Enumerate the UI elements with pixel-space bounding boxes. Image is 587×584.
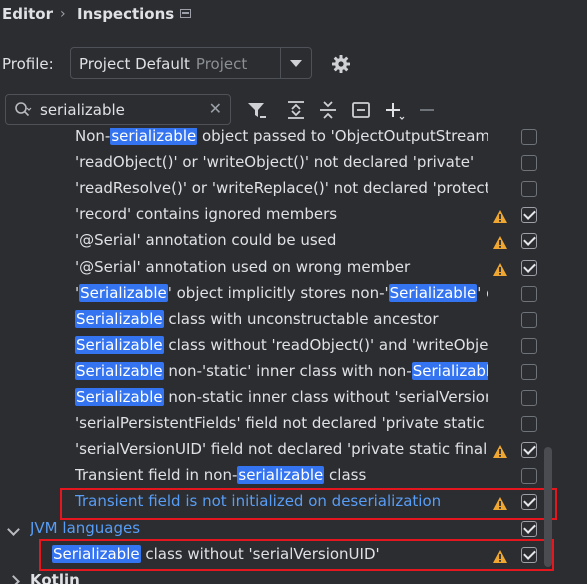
search-highlight: Serializable (75, 335, 164, 354)
add-icon[interactable] (383, 98, 405, 122)
inspection-row[interactable]: 'Serializable' object implicitly stores … (0, 282, 587, 308)
inspection-row[interactable]: 'serialVersionUID' field not declared 'p… (0, 438, 587, 464)
enable-checkbox[interactable] (521, 181, 537, 198)
enable-checkbox[interactable] (521, 468, 537, 485)
inspection-row[interactable]: Serializable class without 'readObject()… (0, 334, 587, 360)
inspection-label: Serializable non-'static' inner class wi… (75, 361, 488, 380)
warning-icon (492, 444, 508, 459)
search-highlight: Serializable (411, 361, 488, 380)
inspection-label: '@Serial' annotation used on wrong membe… (75, 257, 411, 276)
gear-icon[interactable] (331, 54, 351, 74)
inspection-row[interactable]: 'readObject()' or 'writeObject()' not de… (0, 151, 587, 177)
expand-all-icon[interactable] (285, 98, 307, 122)
inspection-row[interactable]: 'serialPersistentFields' field not decla… (0, 412, 587, 438)
inspection-row[interactable]: '@Serial' annotation could be used (0, 229, 587, 255)
search-highlight: Serializable (79, 283, 168, 302)
search-highlight: Serializable (388, 283, 478, 302)
inspection-label: Non-serializable object passed to 'Objec… (75, 128, 488, 145)
inspection-label: 'readResolve()' or 'writeReplace()' not … (75, 179, 488, 198)
close-icon[interactable]: ✕ (209, 99, 222, 118)
group-label: JVM languages (30, 518, 141, 537)
chevron-down-icon[interactable] (7, 522, 20, 536)
enable-checkbox[interactable] (521, 442, 537, 459)
group-label: Kotlin (30, 570, 80, 584)
inspection-row[interactable]: Transient field in non-serializable clas… (0, 464, 587, 490)
inspection-row[interactable]: 'record' contains ignored members (0, 203, 587, 229)
warning-icon (492, 209, 508, 224)
search-highlight: Serializable (75, 309, 164, 328)
profile-label: Profile: (2, 55, 54, 73)
enable-checkbox[interactable] (521, 259, 537, 276)
enable-checkbox[interactable] (521, 207, 537, 224)
annotation-box (60, 488, 557, 521)
remove-icon[interactable] (416, 98, 438, 122)
enable-checkbox[interactable] (521, 311, 537, 328)
reset-icon[interactable] (350, 98, 372, 122)
inspection-label: 'readObject()' or 'writeObject()' not de… (75, 153, 475, 172)
warning-icon (492, 262, 508, 277)
collapse-all-icon[interactable] (317, 98, 339, 122)
inspection-label: 'record' contains ignored members (75, 205, 338, 224)
profile-name: Project Default (79, 55, 190, 73)
inspection-label: 'Serializable' object implicitly stores … (75, 283, 488, 302)
search-field[interactable]: ✕ (5, 94, 231, 125)
search-highlight: serializable (237, 466, 325, 485)
search-highlight: Serializable (75, 361, 164, 380)
inspection-label: Transient field in non-serializable clas… (75, 466, 367, 485)
inspection-row[interactable]: Serializable class with unconstructable … (0, 308, 587, 334)
search-highlight: serializable (110, 128, 198, 145)
enable-checkbox[interactable] (521, 416, 537, 433)
search-icon[interactable] (14, 101, 32, 119)
inspection-row[interactable]: 'readResolve()' or 'writeReplace()' not … (0, 177, 587, 203)
chevron-down-icon[interactable] (280, 48, 311, 78)
filter-icon[interactable] (246, 98, 268, 122)
breadcrumb-inspections: Inspections (77, 5, 175, 23)
profile-scope: Project (195, 55, 248, 73)
inspection-label: Serializable class without 'readObject()… (75, 335, 488, 354)
search-input[interactable] (40, 100, 200, 120)
enable-checkbox[interactable] (521, 390, 537, 406)
profile-value: Project Default Project (79, 55, 247, 73)
inspection-label: 'serialPersistentFields' field not decla… (75, 414, 488, 433)
inspection-label: '@Serial' annotation could be used (75, 231, 337, 250)
window-icon[interactable] (180, 9, 191, 18)
enable-checkbox[interactable] (521, 233, 537, 250)
inspection-row[interactable]: Serializable non-static inner class with… (0, 386, 587, 412)
enable-checkbox[interactable] (521, 129, 537, 145)
scrollbar[interactable] (544, 447, 552, 567)
inspection-label: Serializable class with unconstructable … (75, 309, 439, 328)
breadcrumb-separator: › (60, 6, 66, 22)
breadcrumb: Editor › Inspections (0, 0, 587, 30)
inspection-row[interactable]: Serializable non-'static' inner class wi… (0, 360, 587, 386)
warning-icon (492, 235, 508, 250)
inspection-row[interactable]: '@Serial' annotation used on wrong membe… (0, 256, 587, 282)
enable-checkbox[interactable] (521, 363, 537, 380)
enable-checkbox[interactable] (521, 337, 537, 354)
breadcrumb-editor[interactable]: Editor (2, 5, 53, 23)
inspection-label: 'serialVersionUID' field not declared 'p… (75, 440, 488, 459)
enable-checkbox[interactable] (521, 155, 537, 172)
chevron-right-icon[interactable] (7, 574, 20, 584)
search-highlight: Serializable (75, 388, 164, 406)
inspection-row[interactable]: Non-serializable object passed to 'Objec… (0, 128, 587, 151)
inspection-label: Serializable non-static inner class with… (75, 388, 488, 406)
inspection-tree[interactable]: Non-serializable object passed to 'Objec… (0, 128, 587, 584)
group-kotlin[interactable]: Kotlin (0, 569, 587, 584)
profile-dropdown[interactable]: Project Default Project (70, 47, 312, 79)
group-checkbox[interactable] (521, 520, 537, 537)
annotation-box (39, 538, 554, 571)
enable-checkbox[interactable] (521, 285, 537, 302)
